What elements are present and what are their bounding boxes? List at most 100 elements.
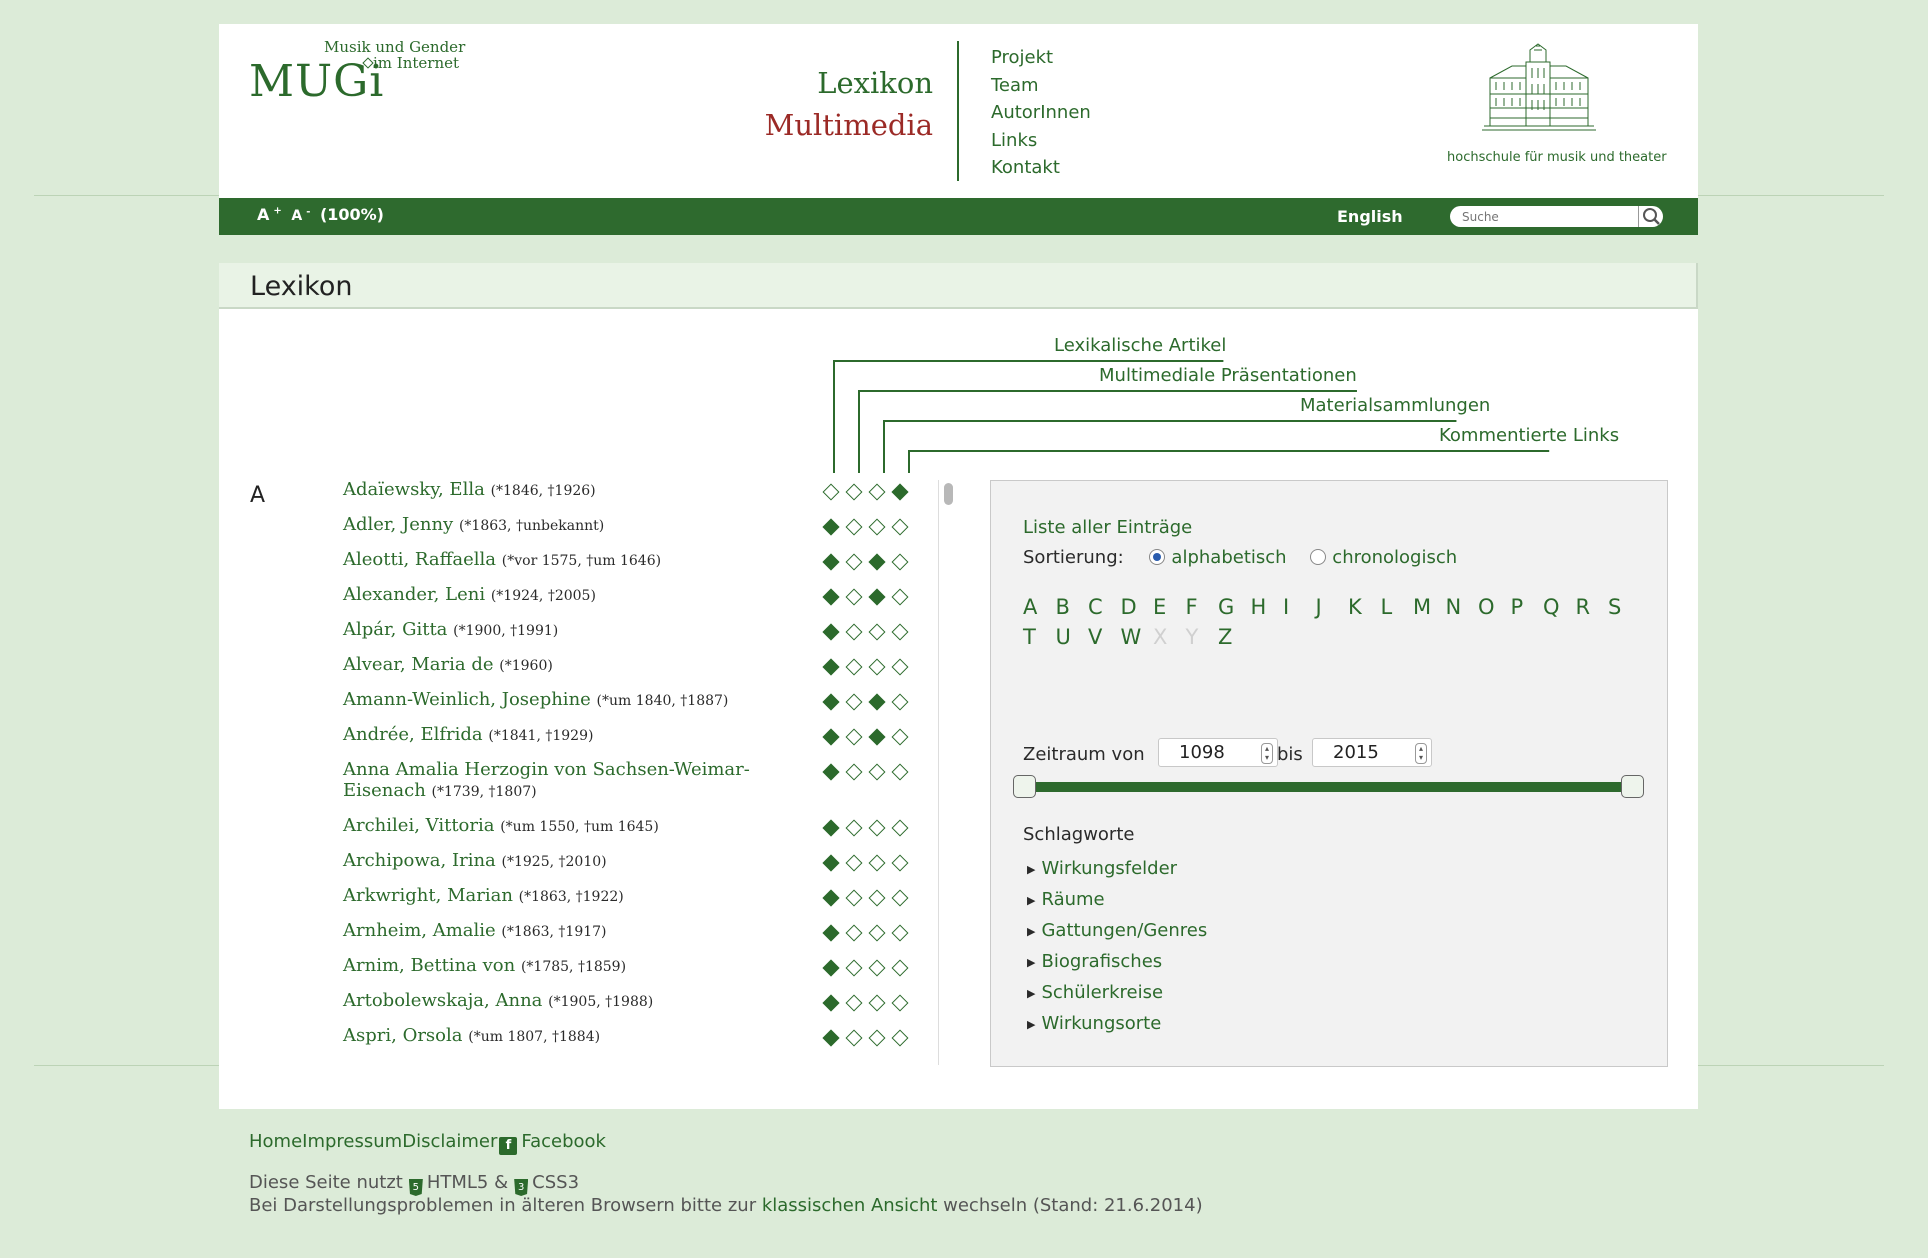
footer-link-disclaimer[interactable]: Disclaimer — [402, 1131, 497, 1152]
alphabet-letter-k[interactable]: K — [1348, 595, 1381, 619]
keyword-gattungen-genres[interactable]: ▶ Gattungen/Genres — [1027, 916, 1207, 947]
list-all-entries-link[interactable]: Liste aller Einträge — [1023, 517, 1192, 538]
article-diamond-icon[interactable] — [822, 693, 840, 711]
article-diamond-icon[interactable] — [822, 819, 840, 837]
font-decrease-button[interactable]: A- — [291, 206, 310, 224]
alphabet-letter-t[interactable]: T — [1023, 625, 1056, 649]
year-to-stepper[interactable]: ▴ ▾ — [1415, 743, 1427, 764]
alphabet-letter-d[interactable]: D — [1121, 595, 1154, 619]
alphabet-letter-q[interactable]: Q — [1543, 595, 1576, 619]
article-diamond-icon[interactable] — [822, 924, 840, 942]
entry-link[interactable]: Amann-Weinlich, Josephine (*um 1840, †18… — [343, 689, 763, 712]
sort-alphabetical-label[interactable]: alphabetisch — [1171, 547, 1286, 568]
nav-link-projekt[interactable]: Projekt — [991, 44, 1091, 72]
alphabet-letter-v[interactable]: V — [1088, 625, 1121, 649]
entry-link[interactable]: Alvear, Maria de (*1960) — [343, 654, 763, 677]
alphabet-letter-f[interactable]: F — [1186, 595, 1219, 619]
entry-link[interactable]: Archipowa, Irina (*1925, †2010) — [343, 850, 763, 873]
alphabet-letter-r[interactable]: R — [1576, 595, 1609, 619]
material-diamond-icon[interactable] — [868, 728, 886, 746]
range-handle-start[interactable] — [1013, 775, 1036, 798]
entry-link[interactable]: Adaïewsky, Ella (*1846, †1926) — [343, 479, 763, 502]
list-scrollbar-thumb[interactable] — [944, 483, 953, 505]
links-diamond-icon[interactable] — [891, 483, 909, 501]
alphabet-letter-e[interactable]: E — [1153, 595, 1186, 619]
language-switch-link[interactable]: English — [1337, 207, 1403, 226]
alphabet-letter-z[interactable]: Z — [1218, 625, 1251, 649]
site-title-lexikon[interactable]: Lexikon — [817, 66, 933, 100]
entry-link[interactable]: Aleotti, Raffaella (*vor 1575, †um 1646) — [343, 549, 763, 572]
sort-alphabetical-radio[interactable] — [1149, 549, 1166, 565]
material-diamond-icon[interactable] — [868, 588, 886, 606]
entry-link[interactable]: Aspri, Orsola (*um 1807, †1884) — [343, 1025, 763, 1048]
entry-link[interactable]: Alpár, Gitta (*1900, †1991) — [343, 619, 763, 642]
period-range-slider[interactable] — [1013, 775, 1644, 798]
entry-link[interactable]: Arkwright, Marian (*1863, †1922) — [343, 885, 763, 908]
nav-link-kontakt[interactable]: Kontakt — [991, 154, 1091, 182]
footer-link-facebook[interactable]: Facebook — [521, 1131, 606, 1152]
keyword-raeume[interactable]: ▶ Räume — [1027, 885, 1207, 916]
article-diamond-icon[interactable] — [822, 658, 840, 676]
alphabet-letter-p[interactable]: P — [1511, 595, 1544, 619]
entry-link[interactable]: Anna Amalia Herzogin von Sachsen-Weimar-… — [343, 759, 763, 803]
alphabet-letter-b[interactable]: B — [1056, 595, 1089, 619]
article-diamond-icon[interactable] — [822, 994, 840, 1012]
article-diamond-icon[interactable] — [822, 1029, 840, 1047]
site-title-multimedia[interactable]: Multimedia — [765, 108, 933, 142]
footer-link-impressum[interactable]: Impressum — [302, 1131, 402, 1152]
article-diamond-icon[interactable] — [822, 854, 840, 872]
facebook-icon[interactable]: f — [499, 1137, 518, 1155]
entry-link[interactable]: Andrée, Elfrida (*1841, †1929) — [343, 724, 763, 747]
entry-link[interactable]: Arnim, Bettina von (*1785, †1859) — [343, 955, 763, 978]
keyword-wirkungsfelder[interactable]: ▶ Wirkungsfelder — [1027, 854, 1207, 885]
sort-chronological-label[interactable]: chronologisch — [1332, 547, 1457, 568]
alphabet-letter-m[interactable]: M — [1413, 595, 1446, 619]
alphabet-letter-u[interactable]: U — [1056, 625, 1089, 649]
alphabet-letter-l[interactable]: L — [1381, 595, 1414, 619]
nav-link-autorinnen[interactable]: AutorInnen — [991, 99, 1091, 127]
article-diamond-icon[interactable] — [822, 889, 840, 907]
classic-view-link[interactable]: klassischen Ansicht — [762, 1195, 938, 1216]
year-to-input[interactable]: 2015 ▴ ▾ — [1312, 738, 1432, 767]
article-diamond-icon[interactable] — [822, 763, 840, 781]
alphabet-letter-g[interactable]: G — [1218, 595, 1251, 619]
mugi-logo[interactable]: Musik und Gender im Internet MUGi — [249, 38, 469, 128]
year-from-stepper[interactable]: ▴ ▾ — [1261, 743, 1273, 764]
alphabet-letter-s[interactable]: S — [1608, 595, 1641, 619]
alphabet-letter-w[interactable]: W — [1121, 625, 1154, 649]
entry-link[interactable]: Artobolewskaja, Anna (*1905, †1988) — [343, 990, 763, 1013]
material-diamond-icon[interactable] — [868, 553, 886, 571]
keyword-schuelerkreise[interactable]: ▶ Schülerkreise — [1027, 978, 1207, 1009]
entry-link[interactable]: Arnheim, Amalie (*1863, †1917) — [343, 920, 763, 943]
font-increase-button[interactable]: A + — [257, 205, 282, 224]
alphabet-letter-j[interactable]: J — [1316, 595, 1349, 619]
list-scrollbar[interactable] — [938, 480, 961, 1065]
keyword-biografisches[interactable]: ▶ Biografisches — [1027, 947, 1207, 978]
alphabet-letter-h[interactable]: H — [1251, 595, 1284, 619]
entry-link[interactable]: Archilei, Vittoria (*um 1550, †um 1645) — [343, 815, 763, 838]
hochschule-logo[interactable]: hochschule für musik und theater — [1447, 42, 1667, 172]
alphabet-letter-i[interactable]: I — [1283, 595, 1316, 619]
nav-link-links[interactable]: Links — [991, 127, 1091, 155]
entry-link[interactable]: Adler, Jenny (*1863, †unbekannt) — [343, 514, 763, 537]
keyword-wirkungsorte[interactable]: ▶ Wirkungsorte — [1027, 1009, 1207, 1040]
article-diamond-icon[interactable] — [822, 553, 840, 571]
article-diamond-icon[interactable] — [822, 728, 840, 746]
search-input[interactable] — [1462, 208, 1642, 225]
alphabet-letter-n[interactable]: N — [1446, 595, 1479, 619]
article-diamond-icon[interactable] — [822, 518, 840, 536]
article-diamond-icon[interactable] — [822, 588, 840, 606]
alphabet-letter-o[interactable]: O — [1478, 595, 1511, 619]
sort-chronological-radio[interactable] — [1310, 549, 1327, 565]
article-diamond-icon[interactable] — [822, 623, 840, 641]
alphabet-letter-a[interactable]: A — [1023, 595, 1056, 619]
article-diamond-icon[interactable] — [822, 959, 840, 977]
footer-link-home[interactable]: Home — [249, 1131, 302, 1152]
nav-link-team[interactable]: Team — [991, 72, 1091, 100]
year-from-input[interactable]: 1098 ▴ ▾ — [1158, 738, 1278, 767]
range-handle-end[interactable] — [1621, 775, 1644, 798]
search-button[interactable] — [1638, 206, 1663, 227]
material-diamond-icon[interactable] — [868, 693, 886, 711]
entry-link[interactable]: Alexander, Leni (*1924, †2005) — [343, 584, 763, 607]
alphabet-letter-c[interactable]: C — [1088, 595, 1121, 619]
